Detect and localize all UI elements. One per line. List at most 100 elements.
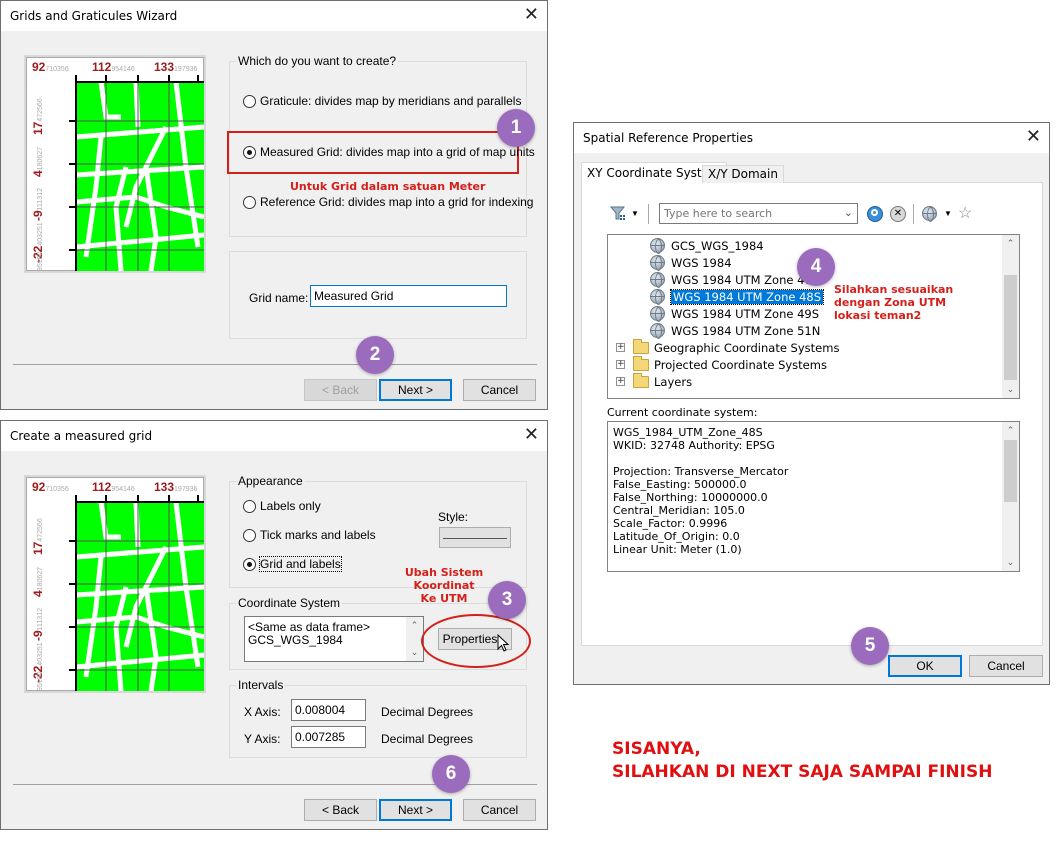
map-top-tick-label: 133197936 (154, 480, 198, 494)
current-coordinate-label: Current coordinate system: (607, 406, 758, 419)
tree-item[interactable]: + Projected Coordinate Systems (616, 355, 827, 373)
tab-xy-domain[interactable]: X/Y Domain (702, 165, 784, 183)
expand-icon[interactable]: + (616, 377, 625, 386)
scroll-down-icon[interactable]: ⌄ (406, 644, 423, 661)
next-button[interactable]: Next > (379, 379, 452, 401)
tree-item[interactable]: WGS 1984 UTM Zone 49S (650, 305, 819, 322)
expand-icon[interactable]: + (616, 360, 625, 369)
radio-circle (243, 195, 256, 209)
back-button[interactable]: < Back (304, 799, 377, 821)
chevron-down-icon[interactable]: ⌄ (844, 206, 853, 219)
grid-name-label: Grid name: (249, 291, 309, 305)
toolbar-separator (913, 204, 914, 224)
globe-icon (650, 289, 665, 305)
tree-item[interactable]: + Geographic Coordinate Systems (616, 338, 839, 356)
scroll-thumb[interactable] (1004, 440, 1017, 502)
coordinate-info-line: WKID: 32748 Authority: EPSG (613, 439, 775, 452)
coordinate-info-line: Projection: Transverse_Mercator (613, 465, 789, 478)
scroll-thumb[interactable] (1004, 275, 1017, 380)
folder-icon (633, 372, 649, 388)
tree-item[interactable]: WGS 1984 UTM Zone 48S (650, 288, 825, 305)
toolbar-separator (648, 204, 649, 224)
radio-label: Labels only (260, 499, 321, 513)
map-left-tick-label: 17472566 (31, 98, 45, 135)
map-top-tick-label: 112954146 (92, 480, 135, 494)
back-button[interactable]: < Back (304, 379, 377, 401)
map-left-tick-label: 95190 (37, 671, 44, 691)
globe-icon (650, 323, 665, 339)
expand-icon[interactable]: + (616, 343, 625, 352)
cancel-button[interactable]: Cancel (463, 379, 536, 401)
filter-icon[interactable] (609, 205, 626, 221)
coordinate-system-legend: Coordinate System (236, 596, 343, 610)
folder-icon (633, 355, 649, 371)
note-utm-line1: Ubah Sistem Koordinat (404, 566, 484, 592)
tree-item-label: WGS 1984 UTM Zone 48S (669, 288, 825, 305)
note-zone-line2: dengan Zona UTM (834, 296, 947, 309)
radio-circle (243, 145, 256, 159)
favorite-add-icon[interactable]: ☆ (958, 203, 972, 223)
cs-scrollbar[interactable]: ⌃ ⌄ (1002, 422, 1019, 571)
radio-label: Reference Grid: divides map into a grid … (260, 195, 534, 209)
map-left-tick-label: 4180627 (31, 146, 45, 177)
globe-icon (650, 272, 665, 288)
appearance-legend: Appearance (236, 474, 305, 488)
radio-reference-grid[interactable]: Reference Grid: divides map into a grid … (243, 195, 533, 209)
current-coordinate-textbox[interactable]: WGS_1984_UTM_Zone_48S WKID: 32748 Authori… (607, 421, 1020, 572)
radio-grid-and-labels[interactable]: Grid and labels (243, 556, 342, 572)
scroll-up-icon[interactable]: ⌃ (1002, 422, 1019, 439)
radio-circle (243, 94, 256, 108)
y-axis-input[interactable] (291, 726, 366, 748)
x-axis-input[interactable] (291, 699, 366, 721)
intervals-legend: Intervals (236, 678, 286, 692)
globe-icon (650, 306, 665, 322)
coordinate-info-line: Central_Meridian: 105.0 (613, 504, 745, 517)
grid-name-input[interactable] (310, 285, 507, 307)
radio-labels-only[interactable]: Labels only (243, 499, 321, 513)
coordinate-info-line: Scale_Factor: 0.9996 (613, 517, 728, 530)
tree-scrollbar[interactable]: ⌃ ⌄ (1002, 235, 1019, 398)
close-icon[interactable]: ✕ (524, 425, 539, 445)
add-dropdown-icon[interactable]: ▼ (944, 209, 952, 218)
search-input[interactable] (662, 205, 832, 222)
add-coordinate-system-icon[interactable] (922, 206, 937, 222)
radio-measured-grid[interactable]: Measured Grid: divides map into a grid o… (243, 145, 535, 159)
radio-circle (243, 499, 256, 513)
map-drawing (69, 75, 204, 271)
tree-item[interactable]: WGS 1984 UTM Zone 47N (650, 271, 820, 288)
style-swatch[interactable] (439, 527, 511, 548)
filter-dropdown-icon[interactable]: ▼ (631, 209, 639, 218)
scroll-down-icon[interactable]: ⌄ (1002, 554, 1019, 571)
cancel-button[interactable]: Cancel (969, 655, 1043, 677)
radio-graticule[interactable]: Graticule: divides map by meridians and … (243, 94, 521, 108)
tree-item-label: Layers (654, 374, 693, 389)
close-icon[interactable]: ✕ (524, 5, 539, 25)
wizard-titlebar: Grids and Graticules Wizard ✕ (1, 1, 547, 31)
radio-tick-marks[interactable]: Tick marks and labels (243, 528, 376, 542)
search-combobox[interactable]: ⌄ (659, 203, 858, 224)
scroll-up-icon[interactable]: ⌃ (1002, 235, 1019, 252)
y-axis-unit: Decimal Degrees (381, 732, 474, 746)
tree-item[interactable]: WGS 1984 (650, 254, 732, 271)
tree-item[interactable]: GCS_WGS_1984 (650, 237, 764, 254)
scroll-down-icon[interactable]: ⌄ (1002, 381, 1019, 398)
search-icon[interactable] (867, 206, 883, 222)
next-button[interactable]: Next > (379, 799, 452, 821)
spatial-reference-dialog: Spatial Reference Properties ✕ XY Coordi… (573, 122, 1050, 685)
folder-icon (633, 338, 649, 354)
radio-circle (243, 528, 256, 542)
cancel-button[interactable]: Cancel (463, 799, 536, 821)
tree-item[interactable]: + Layers (616, 372, 693, 390)
coord-text-line1: <Same as data frame> (248, 620, 371, 634)
footer-line2: SILAHKAN DI NEXT SAJA SAMPAI FINISH (612, 762, 993, 782)
coordinate-info-line: WGS_1984_UTM_Zone_48S (613, 426, 763, 439)
wizard-title: Grids and Graticules Wizard (10, 9, 178, 23)
scroll-up-icon[interactable]: ⌃ (406, 617, 423, 634)
note-meter: Untuk Grid dalam satuan Meter (290, 180, 486, 193)
clear-search-icon[interactable]: ✕ (890, 206, 906, 222)
coordinate-system-textbox[interactable]: <Same as data frame> GCS_WGS_1984 ⌃ ⌄ (244, 616, 424, 662)
wizard-dialog: Grids and Graticules Wizard ✕ 92710356 11… (0, 0, 548, 410)
ok-button[interactable]: OK (888, 655, 962, 677)
tree-item[interactable]: WGS 1984 UTM Zone 51N (650, 322, 820, 339)
close-icon[interactable]: ✕ (1026, 127, 1041, 147)
